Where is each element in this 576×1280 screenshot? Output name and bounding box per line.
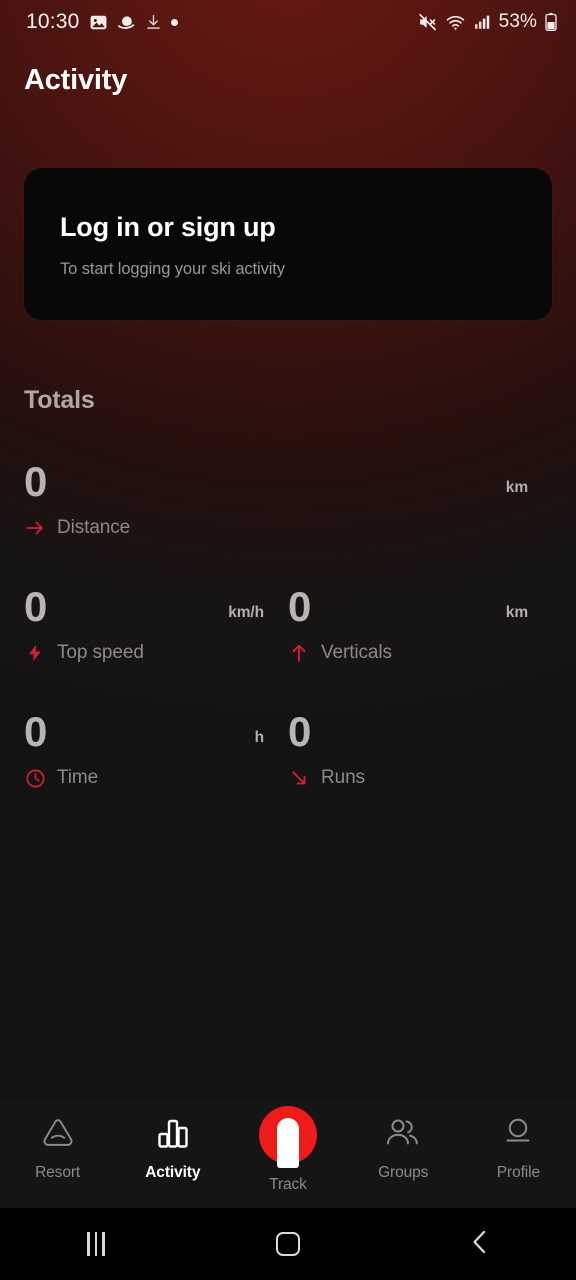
app-root: 10:30 53% Activity Log in or sign up To …	[0, 0, 576, 1280]
totals-heading: Totals	[24, 386, 95, 414]
stat-top-speed-label: Top speed	[57, 642, 144, 663]
home-button[interactable]	[192, 1232, 384, 1256]
stat-runs: 0 Runs	[288, 710, 552, 835]
recents-icon	[87, 1232, 105, 1256]
home-icon	[276, 1232, 300, 1256]
saturn-icon	[117, 13, 136, 32]
stat-runs-bottom: Runs	[288, 767, 528, 789]
nav-item-resort[interactable]: Resort	[0, 1110, 115, 1182]
status-bar-right: 53%	[417, 11, 558, 33]
stats-row-2: 0 km/h Top speed 0 km Verticals	[24, 585, 552, 710]
mountain-icon	[37, 1110, 79, 1156]
stat-verticals-label: Verticals	[321, 642, 392, 663]
stat-verticals-value: 0	[288, 583, 311, 630]
stat-runs-top: 0	[288, 710, 528, 754]
status-bar-clock: 10:30	[26, 10, 80, 33]
page-title: Activity	[24, 64, 128, 96]
login-signup-card[interactable]: Log in or sign up To start logging your …	[24, 168, 552, 320]
arrow-right-icon	[24, 517, 46, 539]
nav-item-activity[interactable]: Activity	[115, 1110, 230, 1182]
download-icon	[145, 13, 162, 31]
stat-top-speed-value: 0	[24, 583, 47, 630]
lightning-bolt-icon	[24, 642, 46, 664]
back-chevron-icon	[468, 1229, 492, 1260]
stat-time-top: 0 h	[24, 710, 264, 754]
stat-time-unit: h	[254, 729, 264, 746]
login-card-title: Log in or sign up	[60, 212, 276, 242]
dot-indicator	[170, 18, 178, 26]
stats-row-1: 0 km Distance	[24, 460, 552, 585]
stat-time-bottom: Time	[24, 767, 264, 789]
nav-label-track: Track	[269, 1176, 307, 1193]
stat-runs-value: 0	[288, 708, 311, 755]
stat-top-speed-top: 0 km/h	[24, 585, 264, 629]
login-card-subtitle: To start logging your ski activity	[60, 260, 285, 278]
mute-icon	[417, 12, 438, 32]
track-pill-shape	[277, 1118, 299, 1168]
wifi-icon	[445, 13, 466, 32]
nav-label-activity: Activity	[145, 1164, 201, 1181]
stat-top-speed: 0 km/h Top speed	[24, 585, 288, 710]
stat-distance-top: 0 km	[24, 460, 528, 504]
arrow-up-icon	[288, 642, 310, 664]
person-icon	[499, 1110, 537, 1156]
stat-top-speed-bottom: Top speed	[24, 642, 264, 664]
stat-runs-label: Runs	[321, 767, 365, 788]
nav-item-track[interactable]: Track	[230, 1106, 345, 1194]
status-bar-left: 10:30	[26, 10, 178, 34]
nav-label-resort: Resort	[35, 1164, 81, 1181]
bottom-navigation-bar: Resort Activity Track Groups Profile	[0, 1100, 576, 1208]
nav-label-groups: Groups	[378, 1164, 429, 1181]
stat-verticals-bottom: Verticals	[288, 642, 528, 664]
stat-distance: 0 km Distance	[24, 460, 552, 585]
clock-icon	[24, 767, 46, 789]
stat-time-label: Time	[57, 767, 99, 788]
arrow-down-right-icon	[288, 767, 310, 789]
bar-chart-icon	[155, 1110, 191, 1156]
stat-verticals-unit: km	[505, 604, 528, 621]
track-record-circle	[259, 1106, 317, 1168]
recents-button[interactable]	[0, 1232, 192, 1256]
people-icon	[383, 1110, 423, 1156]
stat-distance-value: 0	[24, 458, 47, 505]
stat-time-value: 0	[24, 708, 47, 755]
stat-distance-label: Distance	[57, 517, 131, 538]
battery-icon	[544, 12, 558, 32]
stats-row-3: 0 h Time 0 Runs	[24, 710, 552, 835]
nav-item-groups[interactable]: Groups	[346, 1110, 461, 1182]
battery-percent-label: 53%	[498, 11, 537, 32]
stat-verticals: 0 km Verticals	[288, 585, 552, 710]
stat-top-speed-unit: km/h	[228, 604, 264, 621]
stat-time: 0 h Time	[24, 710, 288, 835]
back-button[interactable]	[384, 1229, 576, 1260]
nav-label-profile: Profile	[496, 1164, 541, 1181]
stat-distance-unit: km	[505, 479, 528, 496]
system-navigation-bar	[0, 1208, 576, 1280]
track-icon	[259, 1106, 317, 1168]
stat-verticals-top: 0 km	[288, 585, 528, 629]
signal-icon	[473, 13, 492, 31]
image-icon	[89, 13, 108, 32]
stat-distance-bottom: Distance	[24, 517, 528, 539]
nav-item-profile[interactable]: Profile	[461, 1110, 576, 1182]
status-bar: 10:30 53%	[0, 0, 576, 44]
totals-stats: 0 km Distance 0 km/h Top speed 0 km Vert…	[0, 460, 576, 835]
